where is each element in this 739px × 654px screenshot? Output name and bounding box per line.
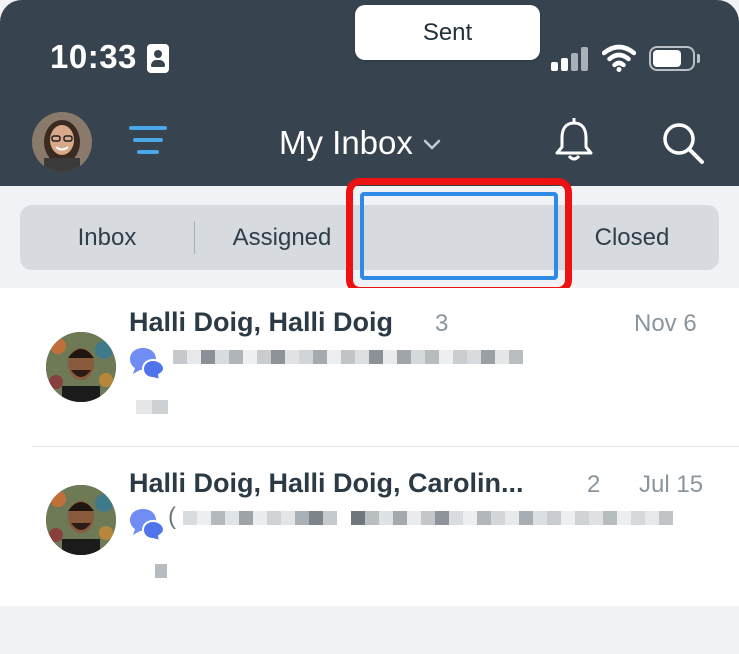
search-icon[interactable] [660,120,706,166]
conversation-list: Halli Doig, Halli Doig 3 Nov 6 Halli Doi… [0,288,739,606]
tab-assigned[interactable]: Assigned [195,205,369,270]
inbox-switcher[interactable]: My Inbox [279,124,441,162]
tab-closed[interactable]: Closed [545,205,719,270]
chat-bubbles-icon [130,348,165,380]
id-card-icon [147,44,169,73]
menu-icon[interactable] [129,126,167,156]
segmented-control: Inbox Assigned Closed [20,205,719,270]
contact-avatar [46,485,116,555]
bell-icon[interactable] [553,118,595,164]
conversation-names: Halli Doig, Halli Doig, Carolin... [129,468,524,498]
message-count: 2 [587,471,601,498]
conversation-date: Jul 15 [639,471,704,498]
contact-avatar [46,332,116,402]
tab-sent[interactable]: Sent [355,5,540,60]
conversation-date: Nov 6 [634,310,697,337]
conversation-item[interactable]: Halli Doig, Halli Doig 3 Nov 6 [0,288,739,446]
chat-bubbles-icon [130,509,165,541]
user-avatar[interactable] [32,112,92,172]
message-preview-redacted [183,511,673,525]
status-time: 10:33 [50,38,137,75]
wifi-icon [602,44,636,72]
message-count: 3 [435,310,449,337]
message-preview-prefix: ( [168,503,176,530]
conversation-item[interactable]: Halli Doig, Halli Doig, Carolin... 2 Jul… [0,447,739,605]
chevron-down-icon [423,139,441,150]
message-preview-redacted [173,350,523,364]
inbox-title: My Inbox [279,124,413,161]
conversation-names: Halli Doig, Halli Doig [129,307,394,337]
signal-icon [551,47,591,71]
battery-icon [649,46,695,71]
tab-inbox[interactable]: Inbox [20,205,194,270]
